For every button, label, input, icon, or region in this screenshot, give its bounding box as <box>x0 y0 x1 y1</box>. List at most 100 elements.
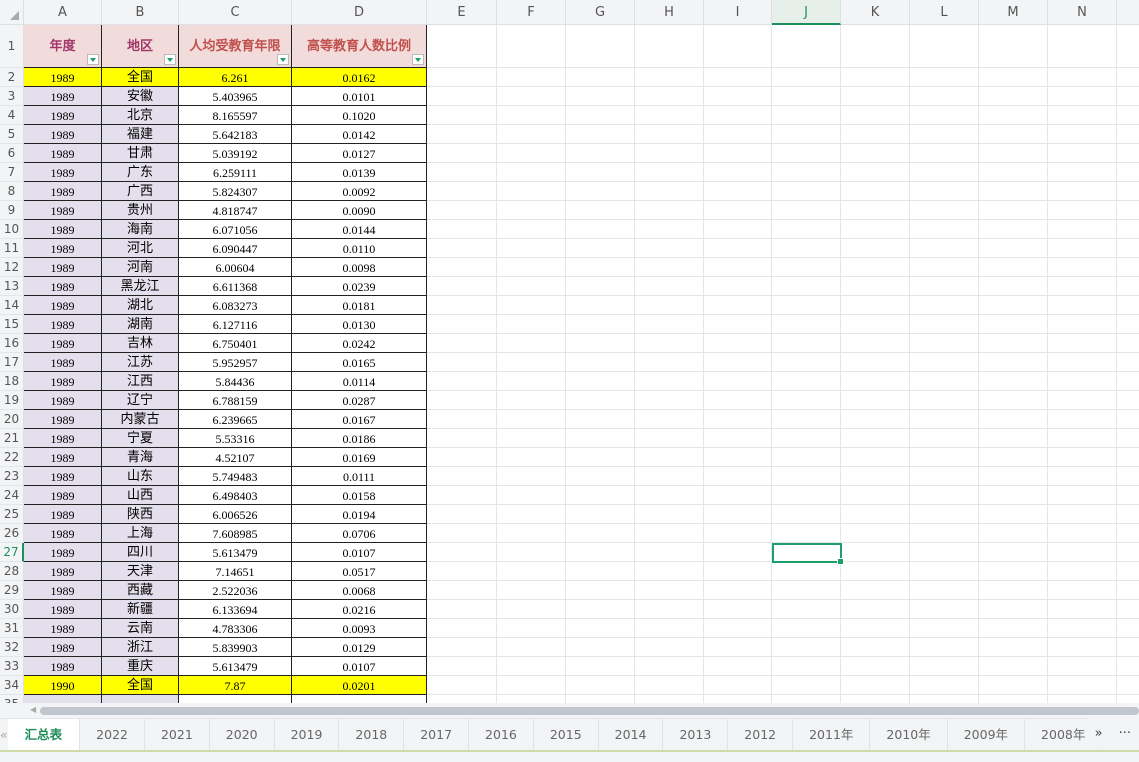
table-cell[interactable]: 5.952957 <box>179 353 292 372</box>
table-cell[interactable]: 1989 <box>24 600 102 619</box>
table-cell[interactable]: 5.839903 <box>179 638 292 657</box>
spreadsheet-grid[interactable]: A B C D E F G H I J K L M N 1 2 3 4 5 6 7 8 9 10 11 12 13 14 15 16 17 1… <box>0 0 1139 703</box>
table-cell[interactable]: 0.0194 <box>292 505 427 524</box>
table-cell[interactable]: 5.403965 <box>179 87 292 106</box>
table-cell[interactable]: 全国 <box>102 68 179 87</box>
selected-cell-J27[interactable] <box>772 543 844 565</box>
select-all-corner[interactable] <box>0 0 24 25</box>
table-cell[interactable]: 1989 <box>24 372 102 391</box>
table-cell[interactable]: 6.788159 <box>179 391 292 410</box>
table-cell[interactable]: 1989 <box>24 448 102 467</box>
table-cell[interactable]: 1989 <box>24 220 102 239</box>
filter-dropdown-icon[interactable] <box>87 54 99 65</box>
row-header-24[interactable]: 24 <box>0 486 24 505</box>
table-cell[interactable]: 青海 <box>102 448 179 467</box>
table-cell[interactable]: 1989 <box>24 125 102 144</box>
table-cell[interactable]: 1989 <box>24 391 102 410</box>
table-cell[interactable]: 1989 <box>24 239 102 258</box>
row-header-30[interactable]: 30 <box>0 600 24 619</box>
table-cell[interactable]: 1989 <box>24 296 102 315</box>
table-cell[interactable]: 0.0093 <box>292 619 427 638</box>
sheet-tab-2009年[interactable]: 2009年 <box>948 719 1026 750</box>
table-cell[interactable]: 内蒙古 <box>102 410 179 429</box>
table-cell[interactable]: 6.498403 <box>179 486 292 505</box>
row-header-2[interactable]: 2 <box>0 68 24 87</box>
table-cell[interactable]: 0.0287 <box>292 391 427 410</box>
table-cell[interactable]: 湖北 <box>102 296 179 315</box>
row-header-25[interactable]: 25 <box>0 505 24 524</box>
sheet-tab-2016[interactable]: 2016 <box>469 719 534 750</box>
row-header-11[interactable]: 11 <box>0 239 24 258</box>
row-header-28[interactable]: 28 <box>0 562 24 581</box>
row-header-4[interactable]: 4 <box>0 106 24 125</box>
table-cell[interactable]: 河北 <box>102 239 179 258</box>
row-header-12[interactable]: 12 <box>0 258 24 277</box>
table-cell[interactable]: 1989 <box>24 467 102 486</box>
table-cell[interactable]: 0.0517 <box>292 562 427 581</box>
table-cell[interactable]: 5.53316 <box>179 429 292 448</box>
table-cell[interactable]: 贵州 <box>102 201 179 220</box>
table-cell[interactable]: 0.0162 <box>292 68 427 87</box>
sheet-tab-2017[interactable]: 2017 <box>404 719 470 750</box>
row-header-31[interactable]: 31 <box>0 619 24 638</box>
table-cell[interactable]: 0.0068 <box>292 581 427 600</box>
column-header-K[interactable]: K <box>841 0 910 25</box>
table-cell[interactable]: 1989 <box>24 429 102 448</box>
table-cell[interactable]: 0.0216 <box>292 600 427 619</box>
table-cell[interactable]: 0.0101 <box>292 87 427 106</box>
table-cell[interactable]: 山西 <box>102 486 179 505</box>
table-cell[interactable]: 5.039192 <box>179 144 292 163</box>
row-header-3[interactable]: 3 <box>0 87 24 106</box>
table-cell[interactable]: 浙江 <box>102 638 179 657</box>
table-cell[interactable]: 1989 <box>24 163 102 182</box>
table-cell[interactable]: 0.0158 <box>292 486 427 505</box>
row-header-34[interactable]: 34 <box>0 676 24 695</box>
table-cell[interactable]: 5.749483 <box>179 467 292 486</box>
row-header-21[interactable]: 21 <box>0 429 24 448</box>
table-cell[interactable]: 6.083273 <box>179 296 292 315</box>
table-cell[interactable]: 1989 <box>24 144 102 163</box>
table-cell-partial[interactable] <box>102 695 179 703</box>
row-header-6[interactable]: 6 <box>0 144 24 163</box>
table-cell[interactable]: 0.0098 <box>292 258 427 277</box>
table-cell[interactable]: 1989 <box>24 201 102 220</box>
table-cell[interactable]: 1989 <box>24 87 102 106</box>
horizontal-scrollbar[interactable]: ◀ <box>0 703 1139 718</box>
table-cell[interactable]: 1989 <box>24 619 102 638</box>
table-cell[interactable]: 0.0242 <box>292 334 427 353</box>
table-cell[interactable]: 吉林 <box>102 334 179 353</box>
table-cell[interactable]: 上海 <box>102 524 179 543</box>
filter-dropdown-icon[interactable] <box>412 54 424 65</box>
column-header-J[interactable]: J <box>772 0 841 25</box>
table-cell[interactable]: 5.84436 <box>179 372 292 391</box>
row-header-14[interactable]: 14 <box>0 296 24 315</box>
table-cell[interactable]: 广东 <box>102 163 179 182</box>
first-sheet-button[interactable]: « <box>0 719 8 750</box>
row-header-26[interactable]: 26 <box>0 524 24 543</box>
table-cell[interactable]: 7.14651 <box>179 562 292 581</box>
table-cell[interactable]: 安徽 <box>102 87 179 106</box>
filter-dropdown-icon[interactable] <box>164 54 176 65</box>
column-header-I[interactable]: I <box>704 0 772 25</box>
column-header-N[interactable]: N <box>1048 0 1117 25</box>
table-cell[interactable]: 5.613479 <box>179 543 292 562</box>
row-header-18[interactable]: 18 <box>0 372 24 391</box>
row-header-16[interactable]: 16 <box>0 334 24 353</box>
sheet-tab-2011年[interactable]: 2011年 <box>793 719 871 750</box>
table-cell[interactable]: 0.0111 <box>292 467 427 486</box>
table-cell[interactable]: 0.0165 <box>292 353 427 372</box>
header-cell-B[interactable]: 地区 <box>102 25 179 68</box>
row-header-29[interactable]: 29 <box>0 581 24 600</box>
table-cell[interactable]: 6.127116 <box>179 315 292 334</box>
table-cell[interactable]: 0.0144 <box>292 220 427 239</box>
table-cell[interactable]: 0.0110 <box>292 239 427 258</box>
table-cell[interactable]: 5.642183 <box>179 125 292 144</box>
table-cell[interactable]: 福建 <box>102 125 179 144</box>
column-header-extra[interactable] <box>1117 0 1139 25</box>
table-cell[interactable]: 6.261 <box>179 68 292 87</box>
table-cell[interactable]: 0.0127 <box>292 144 427 163</box>
more-sheets-button[interactable]: ··· <box>1111 726 1139 741</box>
table-cell[interactable]: 江西 <box>102 372 179 391</box>
row-header-27[interactable]: 27 <box>0 543 24 562</box>
table-cell-partial[interactable] <box>179 695 292 703</box>
